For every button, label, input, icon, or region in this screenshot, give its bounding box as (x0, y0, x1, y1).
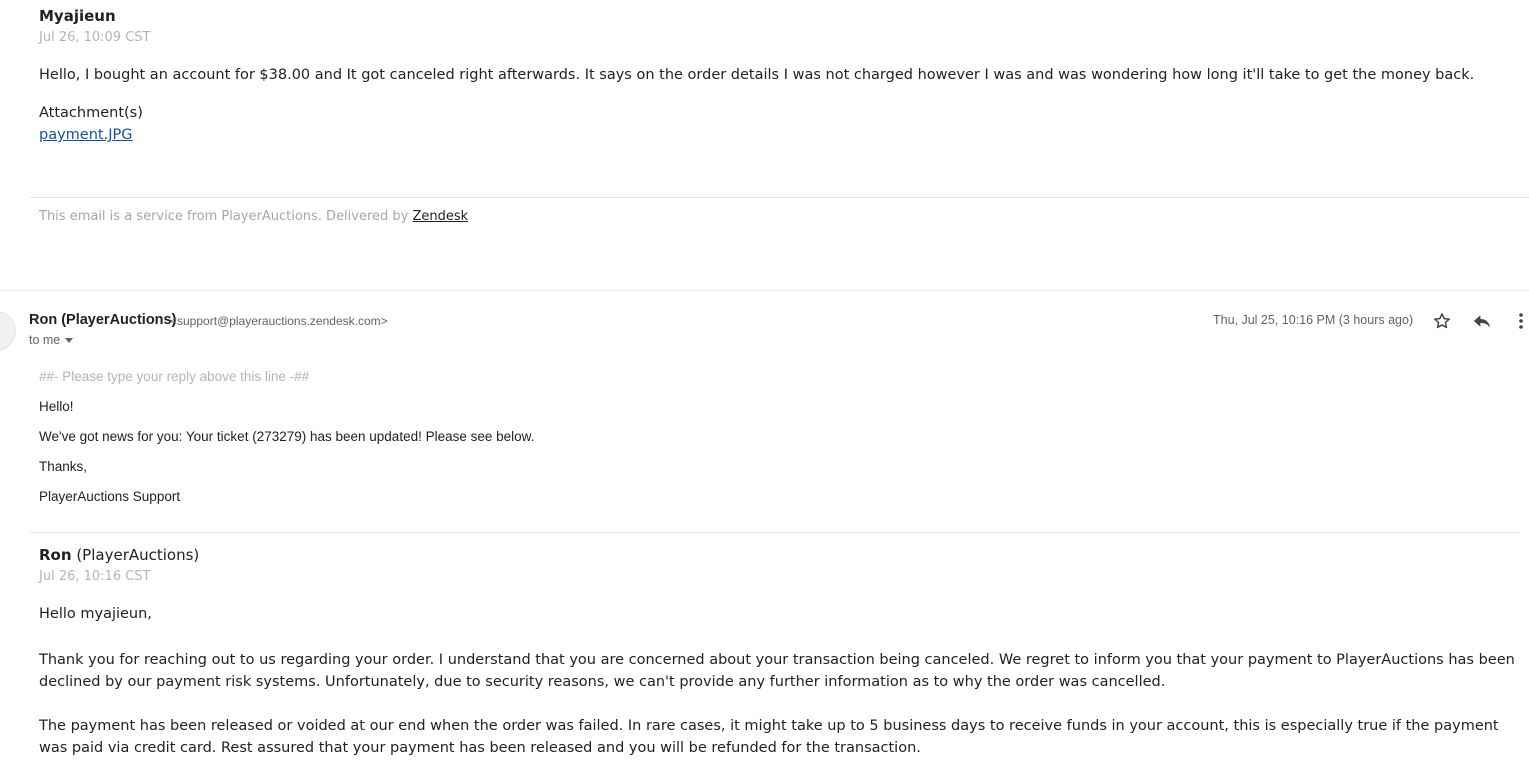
recipients-dropdown[interactable]: to me (29, 333, 74, 347)
email-timestamp: Thu, Jul 25, 10:16 PM (3 hours ago) (1213, 313, 1414, 327)
signature: PlayerAuctions Support (39, 489, 181, 504)
more-vert-icon[interactable] (1516, 311, 1526, 331)
star-icon[interactable] (1432, 311, 1452, 331)
service-footer: This email is a service from PlayerAucti… (39, 209, 468, 224)
message-paragraph: Thank you for reaching out to us regardi… (39, 652, 1515, 690)
sender-email: <support@playerauctions.zendesk.com> (170, 314, 388, 328)
attachments-label: Attachment(s) (39, 105, 143, 121)
author-org: (PlayerAuctions) (76, 546, 200, 564)
email-divider (0, 290, 1529, 291)
reply-above-line: ##- Please type your reply above this li… (39, 369, 310, 384)
message-date: Jul 26, 10:09 CST (39, 30, 151, 45)
chevron-down-icon (65, 338, 74, 344)
divider (30, 197, 1529, 198)
avatar (0, 311, 16, 351)
message-author: Myajieun (39, 7, 116, 25)
message-body: Hello, I bought an account for $38.00 an… (39, 67, 1475, 83)
message-date: Jul 26, 10:16 CST (39, 569, 151, 584)
sender-name[interactable]: Ron (PlayerAuctions) (29, 312, 176, 328)
attachment-link[interactable]: payment.JPG (39, 127, 132, 143)
zendesk-link[interactable]: Zendesk (413, 209, 469, 224)
reply-icon[interactable] (1472, 312, 1492, 330)
greeting: Hello! (39, 399, 74, 414)
ticket-update-text: We've got news for you: Your ticket (273… (39, 429, 535, 444)
message-author: Ron (PlayerAuctions) (39, 546, 199, 564)
divider (30, 532, 1519, 533)
recipients-label: to me (29, 333, 61, 347)
footer-text: This email is a service from PlayerAucti… (39, 209, 409, 224)
message-greeting: Hello myajieun, (39, 606, 152, 622)
thanks-text: Thanks, (39, 459, 88, 474)
message-paragraph: The payment has been released or voided … (39, 718, 1499, 756)
author-first-name: Ron (39, 546, 72, 564)
